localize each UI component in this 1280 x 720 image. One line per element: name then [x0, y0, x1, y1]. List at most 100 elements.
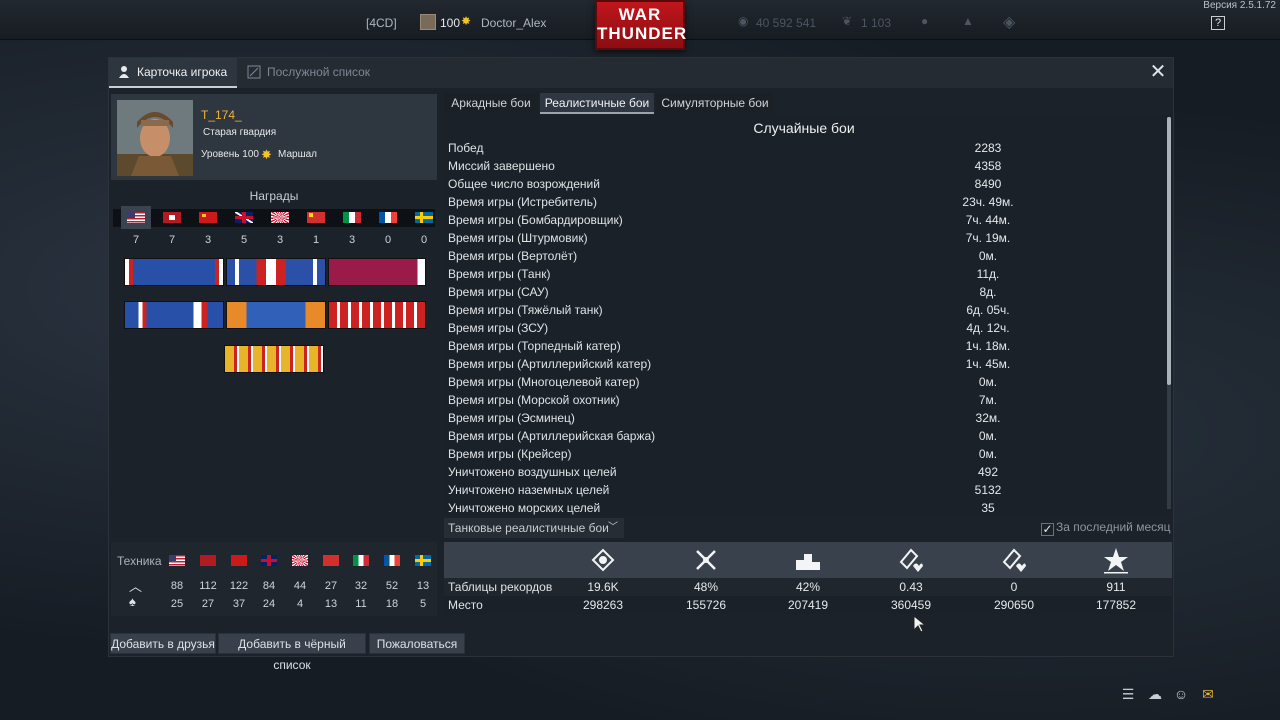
stat-row: Уничтожено наземных целей 5132	[448, 483, 1002, 497]
stat-row: Общее число возрождений 8490	[448, 177, 1002, 191]
tab-realistic[interactable]: Реалистичные бои	[540, 93, 654, 114]
france-flag-icon[interactable]	[379, 212, 397, 223]
tab-service-record[interactable]: Послужной список	[239, 58, 379, 88]
japan-flag-icon[interactable]	[271, 212, 289, 223]
tech-down-japan: 4	[296, 598, 304, 610]
tech-up-germany: 112	[199, 580, 217, 592]
mail-icon[interactable]: ✉	[1199, 686, 1217, 702]
china-flag-icon[interactable]	[307, 212, 325, 223]
stat-row: Миссий завершено 4358	[448, 159, 1002, 173]
stats-scrollbar-thumb[interactable]	[1167, 117, 1171, 385]
podium-icon	[796, 554, 820, 570]
logo-line-1: WAR	[618, 5, 662, 24]
player-rank: Маршал	[278, 149, 317, 160]
tab-player-card[interactable]: Карточка игрока	[109, 58, 237, 88]
top-bar: [4CD] 100 ✸ Doctor_Alex WAR THUNDER ◉ 40…	[0, 0, 1280, 50]
tech-japan-flag-icon	[292, 555, 308, 566]
award-ribbon-3[interactable]	[328, 258, 426, 286]
avatar[interactable]	[117, 100, 193, 176]
award-count-germany: 7	[168, 234, 176, 246]
award-ribbon-1[interactable]	[124, 258, 224, 286]
tech-down-ussr: 37	[232, 598, 246, 610]
squad-tag: [4CD]	[366, 16, 397, 30]
golden-eagles-count: 1 103	[861, 16, 892, 30]
award-ribbon-5[interactable]	[226, 301, 326, 329]
award-ribbon-6[interactable]	[328, 301, 426, 329]
stat-row: Время игры (Морской охотник) 7м.	[448, 393, 998, 407]
award-count-china: 1	[312, 234, 320, 246]
help-button[interactable]: ?	[1211, 16, 1225, 30]
tech-up-france: 52	[385, 580, 399, 592]
awards-country-flags	[113, 206, 435, 229]
stat-row: Время игры (Торпедный катер) 1ч. 18м.	[448, 339, 1011, 353]
rank-star-icon: ✸	[261, 147, 272, 162]
menu-list-icon[interactable]: ☰	[1119, 686, 1137, 702]
germany-flag-icon[interactable]	[163, 212, 181, 223]
player-nickname: T_174_	[201, 108, 242, 122]
award-count-france: 0	[384, 234, 392, 246]
golden-eagles-icon: ❦	[842, 14, 853, 28]
technique-panel: Техника ︿ ♠ 88 112 122 84 44 27 32 52 13…	[111, 542, 437, 616]
chat-icon[interactable]: ☺	[1172, 686, 1190, 702]
pilot-portrait-icon	[117, 100, 193, 176]
friends-icon[interactable]: ☁	[1146, 686, 1164, 702]
chevron-down-icon: ﹀	[608, 522, 618, 533]
technique-label: Техника	[117, 554, 162, 568]
stat-row: Время игры (Тяжёлый танк) 6д. 05ч.	[448, 303, 1010, 317]
stat-row: Время игры (Многоцелевой катер) 0м.	[448, 375, 998, 389]
italy-flag-icon[interactable]	[343, 212, 361, 223]
tech-down-france: 18	[385, 598, 399, 610]
award-ribbon-4[interactable]	[124, 301, 224, 329]
wallet-icon[interactable]: ◈	[1003, 12, 1015, 32]
mouse-cursor-icon	[913, 615, 927, 633]
award-count-ussr: 3	[204, 234, 212, 246]
awards-counts: 7 7 3 5 3 1 3 0 0	[113, 234, 435, 248]
usa-flag-icon[interactable]	[121, 206, 151, 229]
version-label: Версия 2.5.1.72	[1203, 0, 1276, 11]
stats-title: Случайные бои	[753, 120, 855, 136]
tech-up-ussr: 122	[229, 580, 249, 592]
player-level-text: Уровень 100	[201, 149, 259, 160]
award-count-britain: 5	[240, 234, 248, 246]
tech-china-flag-icon	[323, 555, 339, 566]
crossed-swords-icon	[696, 550, 716, 570]
tab-simulator[interactable]: Симуляторные бои	[656, 93, 774, 114]
britain-flag-icon[interactable]	[235, 212, 253, 223]
tech-sweden-flag-icon	[415, 555, 431, 566]
war-thunder-logo[interactable]: WAR THUNDER	[595, 0, 686, 50]
award-count-japan: 3	[276, 234, 284, 246]
tech-italy-flag-icon	[353, 555, 369, 566]
tab-arcade[interactable]: Аркадные бои	[444, 93, 538, 114]
premium-icon[interactable]: ●	[921, 14, 928, 28]
tech-up-italy: 32	[354, 580, 368, 592]
last-month-checkbox[interactable]: ✓ За последний месяц	[1041, 520, 1171, 536]
award-count-italy: 3	[348, 234, 356, 246]
close-button[interactable]: ✕	[1149, 62, 1167, 82]
store-icon[interactable]: ▲	[962, 14, 974, 28]
add-blacklist-button[interactable]: Добавить в чёрный список	[218, 633, 366, 672]
stat-row: Время игры (Танк) 11д.	[448, 267, 1000, 281]
player-card-icon	[119, 66, 129, 78]
player-avatar-icon[interactable]	[420, 14, 436, 30]
level-star-icon: ✸	[461, 14, 472, 28]
records-header	[444, 542, 1172, 578]
stat-row: Уничтожено морских целей 35	[448, 501, 995, 515]
profile-header: T_174_ Старая гвардия Уровень 100 ✸ Марш…	[111, 94, 437, 180]
tech-down-germany: 27	[201, 598, 215, 610]
checkbox-check-icon: ✓	[1041, 522, 1054, 536]
award-ribbon-2[interactable]	[226, 258, 326, 286]
silver-lions-icon: ◉	[738, 14, 749, 28]
player-name[interactable]: Doctor_Alex	[481, 16, 546, 30]
report-button[interactable]: Пожаловаться	[369, 633, 465, 654]
tech-usa-flag-icon	[169, 555, 185, 566]
stat-row: Время игры (Эсминец) 32м.	[448, 411, 1001, 425]
tech-up-britain: 84	[262, 580, 276, 592]
service-record-icon	[247, 65, 261, 79]
tech-france-flag-icon	[384, 555, 400, 566]
add-friend-button[interactable]: Добавить в друзья	[110, 633, 216, 654]
sweden-flag-icon[interactable]	[415, 212, 433, 223]
mode-select-dropdown[interactable]: Танковые реалистичные бои ﹀	[444, 518, 624, 538]
ussr-flag-icon[interactable]	[199, 212, 217, 223]
award-ribbon-7[interactable]	[224, 345, 324, 373]
records-row-place: Место 298263 155726 207419 360459 290650…	[444, 596, 1172, 614]
